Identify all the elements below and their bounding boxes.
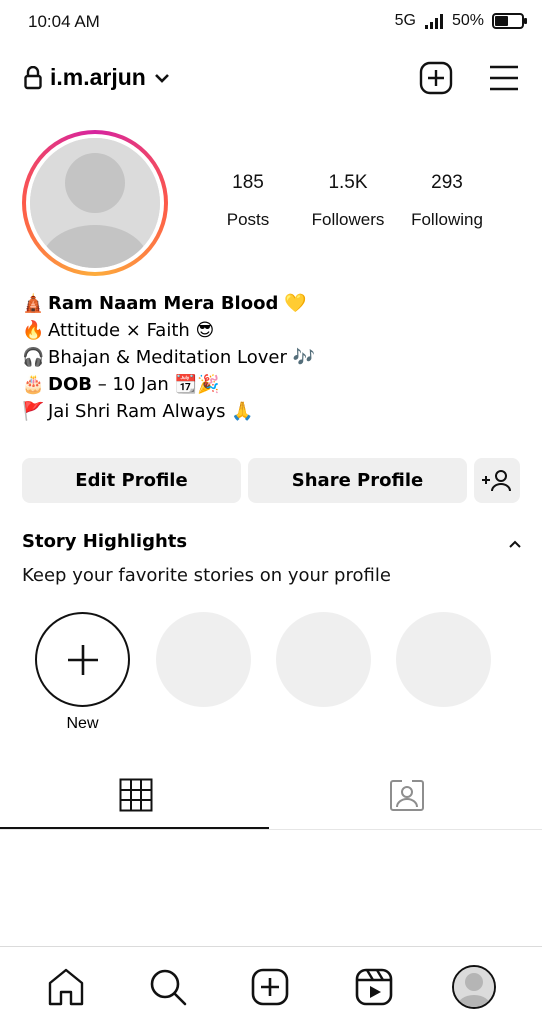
battery-icon	[492, 13, 527, 29]
signal-icon	[424, 14, 443, 29]
tab-posts-grid[interactable]	[0, 760, 271, 830]
create-button[interactable]	[418, 60, 454, 96]
bio-text: Bhajan & Meditation Lover	[48, 347, 287, 368]
edit-profile-button[interactable]: Edit Profile	[22, 458, 241, 503]
bio-bold-text: DOB	[48, 374, 92, 395]
highlight-placeholder	[156, 612, 251, 707]
nav-reels[interactable]	[352, 965, 396, 1009]
tab-tagged[interactable]	[271, 760, 542, 830]
status-right: 5G 50%	[394, 12, 527, 30]
stat-following[interactable]: 293 Following	[397, 172, 497, 230]
new-highlight-label: New	[66, 715, 99, 732]
bio-text: – 10 Jan	[91, 374, 169, 395]
nav-search[interactable]	[146, 965, 190, 1009]
temple-emoji: 🛕	[22, 293, 45, 314]
bio-line: 🎧 Bhajan & Meditation Lover 🎶	[22, 344, 522, 371]
calendar-party-emoji: 📆🎉	[174, 374, 220, 395]
bio-line: 🚩 Jai Shri Ram Always 🙏	[22, 398, 522, 425]
add-person-icon	[482, 469, 511, 491]
tabs-divider	[0, 829, 542, 830]
profile-tabs	[0, 760, 542, 830]
bottom-nav	[0, 947, 542, 1024]
fire-emoji: 🔥	[22, 320, 45, 341]
bio-line: 🔥 Attitude × Faith 😎	[22, 317, 522, 344]
highlights-collapse-button[interactable]	[508, 536, 522, 554]
bio-text: Jai Shri Ram Always	[48, 401, 226, 422]
grid-icon	[119, 778, 152, 812]
followers-label: Followers	[311, 210, 385, 229]
following-count: 293	[431, 172, 463, 193]
share-profile-button[interactable]: Share Profile	[248, 458, 467, 503]
account-switcher[interactable]: i.m.arjun	[24, 64, 170, 91]
posts-label: Posts	[226, 210, 270, 229]
reels-icon	[355, 968, 393, 1006]
posts-count: 185	[232, 172, 264, 193]
highlight-placeholder	[276, 612, 371, 707]
profile-header: i.m.arjun	[0, 58, 542, 102]
search-icon	[150, 969, 187, 1006]
chevron-down-icon	[154, 73, 169, 83]
plus-square-icon	[419, 61, 453, 95]
profile-bio: 🛕 Ram Naam Mera Blood 💛 🔥 Attitude × Faith…	[22, 290, 522, 425]
stat-posts[interactable]: 185 Posts	[198, 172, 298, 230]
highlights-subtitle: Keep your favorite stories on your profi…	[22, 565, 391, 586]
active-tab-indicator	[0, 827, 269, 829]
home-icon	[48, 968, 84, 1006]
default-avatar-icon	[454, 967, 494, 1007]
profile-avatar[interactable]	[22, 130, 168, 276]
menu-button[interactable]	[486, 60, 522, 96]
bio-text: Attitude × Faith	[48, 320, 190, 341]
stat-followers[interactable]: 1.5K Followers	[298, 172, 398, 230]
nav-home[interactable]	[44, 965, 88, 1009]
new-highlight-button[interactable]	[35, 612, 130, 707]
battery-percent: 50%	[451, 12, 484, 29]
headphone-emoji: 🎧	[22, 347, 45, 368]
folded-hands-emoji: 🙏	[231, 401, 254, 422]
flag-emoji: 🚩	[22, 401, 45, 422]
default-avatar-icon	[30, 138, 160, 268]
battery-fill	[495, 16, 508, 26]
bio-text: Ram Naam Mera Blood	[48, 293, 279, 314]
hamburger-menu-icon	[490, 65, 518, 91]
username: i.m.arjun	[50, 64, 146, 90]
plus-icon	[67, 644, 98, 675]
status-bar: 10:04 AM 5G 50%	[0, 0, 542, 44]
nav-create[interactable]	[248, 965, 292, 1009]
highlight-placeholder	[396, 612, 491, 707]
music-notes-emoji: 🎶	[292, 347, 316, 368]
status-time: 10:04 AM	[28, 12, 100, 31]
bio-line: 🛕 Ram Naam Mera Blood 💛	[22, 290, 522, 317]
bio-line: 🎂 DOB – 10 Jan 📆🎉	[22, 371, 522, 398]
profile-avatar-small	[452, 965, 496, 1009]
followers-count: 1.5K	[328, 172, 368, 193]
yellow-heart-emoji: 💛	[284, 293, 307, 314]
following-label: Following	[411, 210, 483, 229]
lock-icon	[24, 65, 42, 89]
chevron-up-icon	[509, 540, 521, 548]
cake-emoji: 🎂	[22, 374, 45, 395]
discover-people-button[interactable]	[474, 458, 520, 503]
plus-square-icon	[251, 968, 289, 1006]
network-type: 5G	[394, 12, 416, 29]
highlights-title: Story Highlights	[22, 531, 188, 552]
nav-profile[interactable]	[452, 965, 496, 1009]
sunglasses-emoji: 😎	[195, 320, 215, 341]
tagged-icon	[389, 780, 424, 811]
